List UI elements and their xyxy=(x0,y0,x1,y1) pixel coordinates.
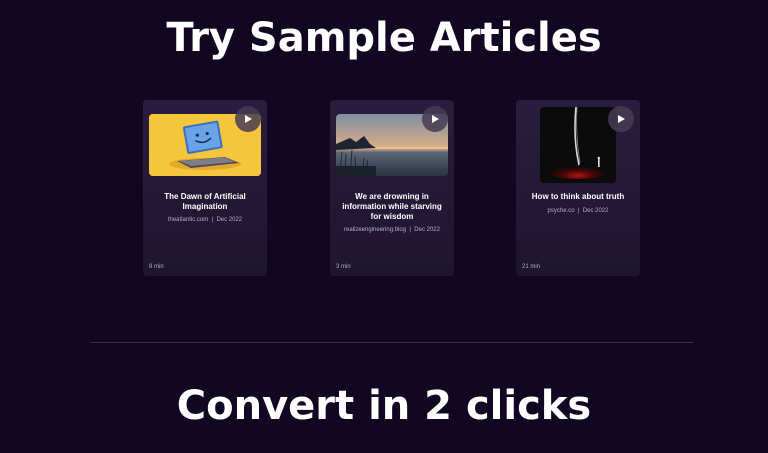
dark-spotlight-image xyxy=(540,107,616,183)
article-date: Dec 2022 xyxy=(216,217,243,223)
article-meta: psyche.co | Dec 2022 xyxy=(520,208,636,214)
meta-separator: | xyxy=(577,208,580,214)
article-card[interactable]: How to think about truth psyche.co | Dec… xyxy=(516,100,640,276)
article-duration: 8 min xyxy=(149,264,164,270)
meta-separator: | xyxy=(409,227,411,233)
play-button[interactable] xyxy=(422,106,448,132)
play-button[interactable] xyxy=(235,106,261,132)
play-button[interactable] xyxy=(608,106,634,132)
page: Try Sample Articles The Dawn of Artifici… xyxy=(0,0,768,453)
article-source: psyche.co xyxy=(547,208,575,214)
play-icon xyxy=(245,115,252,123)
article-meta: realizeengineering.blog | Dec 2022 xyxy=(334,227,450,233)
article-meta: theatlantic.com | Dec 2022 xyxy=(147,217,263,223)
article-duration: 21 min xyxy=(522,264,541,270)
article-source: theatlantic.com xyxy=(167,217,209,223)
section-divider xyxy=(90,342,693,343)
play-icon xyxy=(618,115,625,123)
article-duration: 3 min xyxy=(336,264,351,270)
article-title: The Dawn of Artificial Imagination xyxy=(164,192,246,211)
article-date: Dec 2022 xyxy=(414,227,440,233)
article-card[interactable]: We are drowning in information while sta… xyxy=(330,100,454,276)
play-icon xyxy=(432,115,439,123)
article-date: Dec 2022 xyxy=(582,208,609,214)
article-title: We are drowning in information while sta… xyxy=(342,192,442,221)
article-title: How to think about truth xyxy=(531,192,625,201)
convert-heading: Convert in 2 clicks xyxy=(176,383,592,429)
meta-separator: | xyxy=(211,217,214,223)
sample-articles-heading: Try Sample Articles xyxy=(166,15,602,61)
article-card[interactable]: The Dawn of Artificial Imagination theat… xyxy=(143,100,267,276)
article-source: realizeengineering.blog xyxy=(344,227,407,233)
